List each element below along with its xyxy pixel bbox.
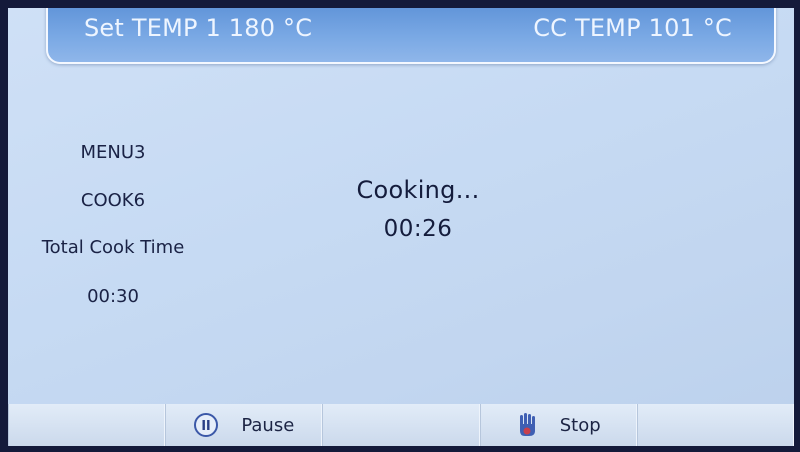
- touch-screen: Set TEMP 1 180 °C CC TEMP 101 °C MENU3 C…: [8, 8, 794, 446]
- pause-button[interactable]: Pause: [165, 404, 323, 446]
- bezel-bottom: [0, 446, 800, 452]
- pause-button-label: Pause: [241, 414, 295, 436]
- menu-label: MENU3: [80, 142, 146, 163]
- pause-icon: [193, 412, 219, 438]
- remaining-time: 00:26: [383, 216, 453, 242]
- cook-label: COOK6: [80, 190, 146, 211]
- cooking-status-label: Cooking...: [356, 176, 480, 204]
- empty-slot-2: [322, 404, 480, 446]
- stop-hand-icon: [516, 412, 538, 438]
- empty-slot-1: [8, 404, 166, 446]
- cooking-status: Cooking... 00:26: [308, 176, 528, 242]
- stop-button-label: Stop: [559, 414, 601, 436]
- bezel-right: [794, 0, 800, 452]
- set-temp-readout: Set TEMP 1 180 °C: [84, 14, 313, 42]
- empty-slot-3: [636, 404, 794, 446]
- bezel-left: [0, 0, 8, 452]
- total-cook-time-label: Total Cook Time: [41, 237, 185, 258]
- bottom-control-bar: Pause Stop: [8, 404, 794, 446]
- stop-button[interactable]: Stop: [479, 404, 637, 446]
- temperature-header: Set TEMP 1 180 °C CC TEMP 101 °C: [46, 8, 776, 64]
- total-cook-time-value: 00:30: [87, 286, 139, 307]
- cc-temp-readout: CC TEMP 101 °C: [533, 14, 732, 42]
- bezel-top: [0, 0, 800, 8]
